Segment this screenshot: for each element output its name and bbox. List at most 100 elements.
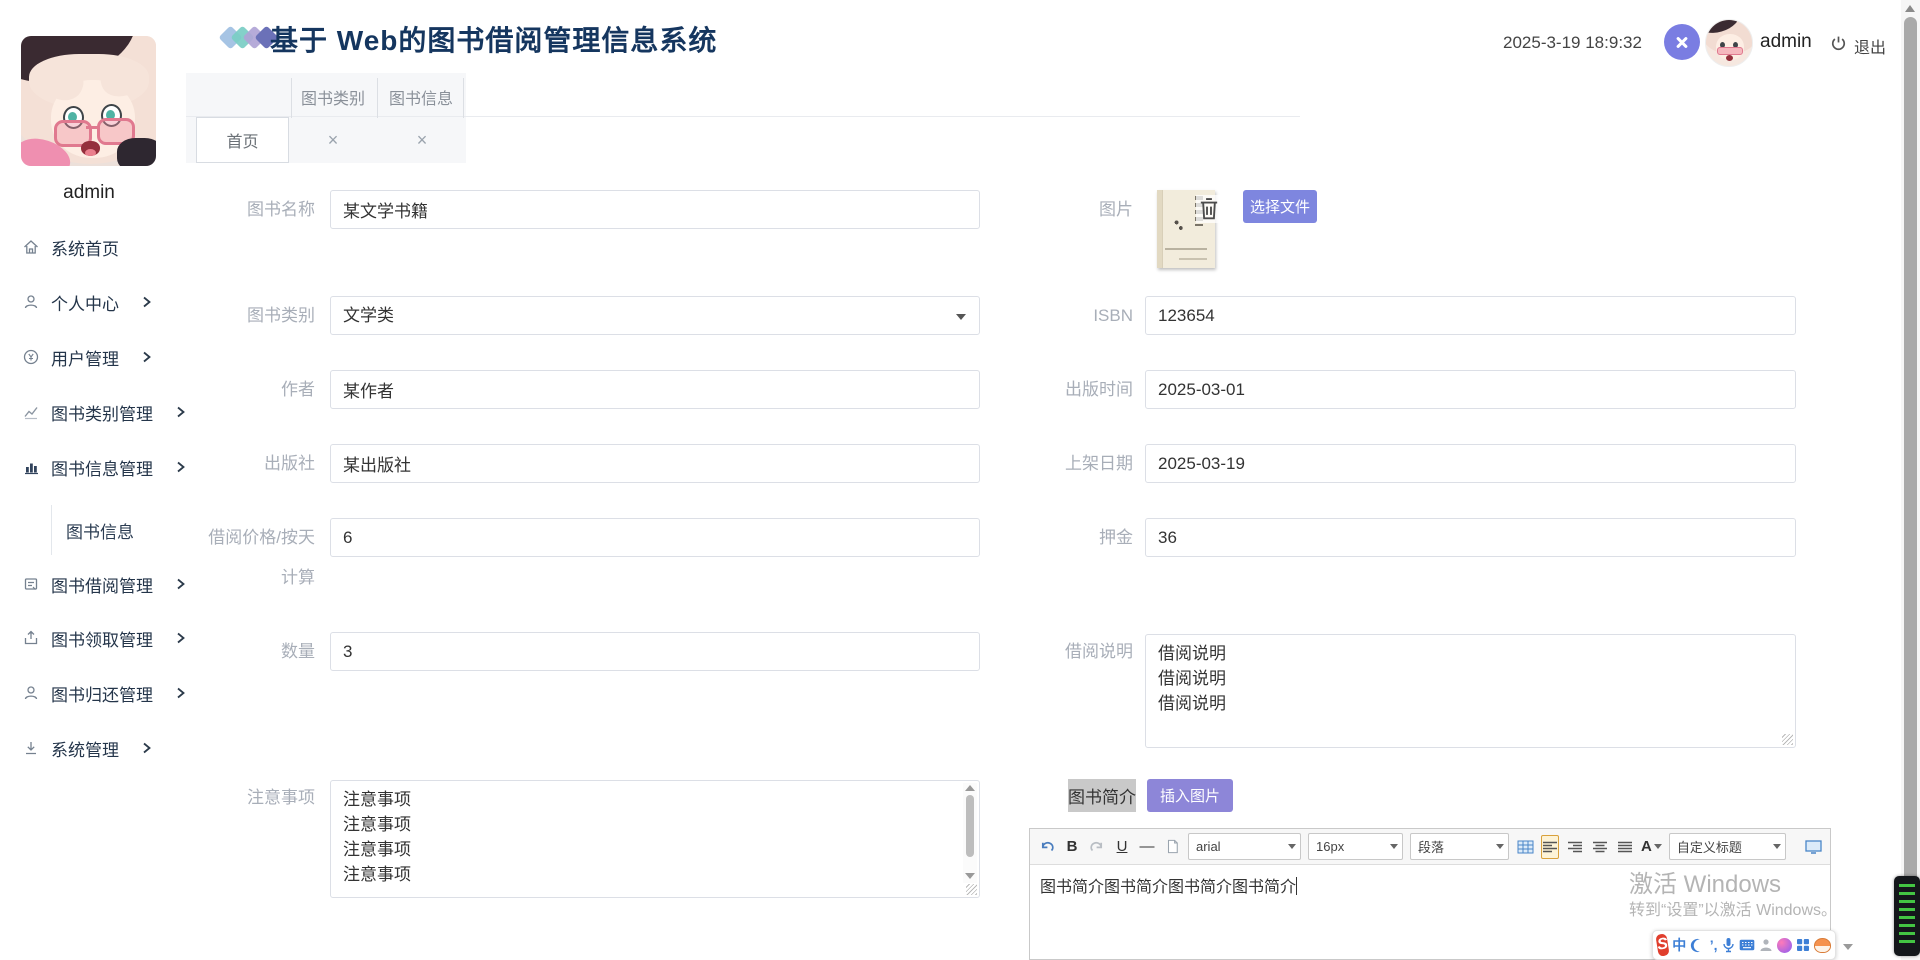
ime-language-button[interactable]: 中	[1672, 935, 1686, 955]
shelf-date-input[interactable]	[1145, 444, 1796, 483]
align-justify-button[interactable]	[1616, 835, 1634, 859]
sidebar-item-label: 图书领取管理	[51, 630, 153, 650]
shelf-date-label: 上架日期	[1065, 454, 1133, 473]
paragraph-value: 段落	[1418, 840, 1445, 855]
toolbox-grid-icon[interactable]	[1796, 935, 1810, 955]
sidebar-item-label: 图书信息管理	[51, 459, 153, 479]
book-cover-line	[1179, 258, 1207, 260]
logout-button[interactable]: 退出	[1854, 34, 1886, 58]
align-left-button[interactable]	[1541, 834, 1559, 859]
tab-close-button[interactable]: ×	[303, 117, 363, 163]
delete-image-button[interactable]	[1196, 195, 1222, 223]
book-category-label: 图书类别	[247, 306, 315, 325]
sidebar-item-book-info-management[interactable]: 图书信息管理	[22, 450, 186, 484]
hr-button[interactable]: —	[1138, 835, 1156, 859]
sidebar-item-personal-center[interactable]: 个人中心	[22, 285, 152, 319]
paragraph-select[interactable]: 段落	[1410, 833, 1509, 860]
sidebar-item-label: 图书借阅管理	[51, 576, 153, 596]
monitor-icon	[1804, 839, 1822, 854]
sidebar-item-user-management[interactable]: 用户管理	[22, 340, 152, 374]
new-page-button[interactable]	[1163, 835, 1181, 859]
editor-text: 图书简介图书简介图书简介图书简介	[1040, 879, 1297, 896]
font-family-select[interactable]: arial	[1188, 833, 1301, 860]
align-right-button[interactable]	[1566, 835, 1584, 859]
document-icon	[22, 575, 40, 593]
scroll-up-icon[interactable]	[1905, 5, 1915, 12]
borrow-note-resize-grip[interactable]	[1782, 734, 1793, 745]
moon-icon[interactable]	[1690, 935, 1705, 955]
header-username: admin	[1760, 31, 1812, 52]
undo-button[interactable]	[1038, 835, 1056, 859]
notes-resize-grip[interactable]	[966, 884, 977, 895]
book-cover-line	[1165, 248, 1207, 250]
editor-fullscreen-button[interactable]	[1804, 835, 1822, 859]
sidebar-item-book-return-management[interactable]: 图书归还管理	[22, 676, 186, 710]
choose-file-button[interactable]: 选择文件	[1243, 190, 1317, 223]
sogou-logo-icon[interactable]: S	[1655, 933, 1670, 957]
tab-close-button[interactable]: ×	[392, 117, 452, 163]
redo-button[interactable]	[1088, 835, 1106, 859]
chevron-right-icon	[176, 687, 186, 699]
notes-scrollbar[interactable]	[963, 783, 977, 883]
sidebar-item-book-borrow-management[interactable]: 图书借阅管理	[22, 567, 186, 601]
publish-date-input[interactable]	[1145, 370, 1796, 409]
font-color-button[interactable]: A	[1641, 835, 1662, 859]
person-icon[interactable]	[1759, 935, 1773, 955]
underline-button[interactable]: U	[1113, 835, 1131, 859]
insert-image-button[interactable]: 插入图片	[1147, 779, 1233, 812]
font-color-label: A	[1641, 838, 1652, 855]
notes-scroll-thumb[interactable]	[966, 795, 974, 857]
quantity-label: 数量	[281, 642, 315, 661]
ime-expand-icon[interactable]	[1843, 944, 1853, 950]
ime-toolbar: S 中 ’,	[1652, 930, 1836, 960]
borrow-note-textarea[interactable]: 借阅说明 借阅说明 借阅说明	[1145, 634, 1796, 748]
book-category-value: 文学类	[343, 306, 394, 325]
sidebar-item-home[interactable]: 系统首页	[22, 230, 119, 264]
table-button[interactable]	[1516, 835, 1534, 859]
sidebar-item-system-management[interactable]: 系统管理	[22, 731, 152, 765]
tab-book-category[interactable]: 图书类别	[301, 85, 365, 109]
notes-textarea[interactable]: 注意事项 注意事项 注意事项 注意事项	[330, 780, 980, 898]
image-label: 图片	[1099, 200, 1133, 219]
table-icon	[1517, 840, 1533, 853]
page-scroll-thumb[interactable]	[1904, 17, 1917, 899]
sidebar-username: admin	[63, 182, 115, 203]
book-name-label: 图书名称	[247, 200, 315, 219]
undo-icon	[1041, 842, 1054, 852]
microphone-icon[interactable]	[1722, 935, 1735, 955]
chevron-right-icon	[142, 296, 152, 308]
deposit-input[interactable]	[1145, 518, 1796, 557]
bold-button[interactable]: B	[1063, 835, 1081, 859]
windows-activation-subtext: 转到“设置”以激活 Windows。	[1629, 902, 1838, 919]
publisher-input[interactable]	[330, 444, 980, 483]
sidebar-item-book-pickup-management[interactable]: 图书领取管理	[22, 621, 186, 655]
coin-icon	[22, 348, 40, 366]
sidebar-item-book-category-management[interactable]: 图书类别管理	[22, 395, 186, 429]
avatar-mouth	[1726, 55, 1733, 61]
book-category-select[interactable]: 文学类	[330, 296, 980, 335]
chevron-down-icon	[1496, 844, 1504, 849]
header-datetime: 2025-3-19 18:9:32	[1503, 33, 1642, 52]
price-input[interactable]	[330, 518, 980, 557]
custom-style-select[interactable]: 自定义标题	[1668, 833, 1786, 860]
keyboard-icon[interactable]	[1739, 935, 1755, 955]
publish-date-label: 出版时间	[1065, 380, 1133, 399]
font-size-select[interactable]: 16px	[1308, 833, 1403, 860]
isbn-input[interactable]	[1145, 296, 1796, 335]
trash-icon	[1200, 198, 1218, 220]
tab-book-info[interactable]: 图书信息	[389, 85, 453, 109]
tab-home[interactable]: 首页	[196, 117, 289, 163]
ime-punctuation-button[interactable]: ’,	[1709, 935, 1718, 955]
text-cursor	[1296, 877, 1298, 895]
author-input[interactable]	[330, 370, 980, 409]
quantity-input[interactable]	[330, 632, 980, 671]
emoji-fox-icon[interactable]	[1814, 935, 1831, 955]
sidebar-subitem-book-info[interactable]: 图书信息	[51, 505, 134, 555]
header-avatar[interactable]	[1705, 19, 1753, 67]
skin-paw-icon[interactable]	[1777, 935, 1792, 955]
align-center-button[interactable]	[1591, 835, 1609, 859]
fullscreen-button[interactable]	[1664, 24, 1700, 60]
line-chart-icon	[22, 403, 40, 421]
book-name-input[interactable]	[330, 190, 980, 229]
page-scrollbar[interactable]	[1901, 0, 1920, 960]
